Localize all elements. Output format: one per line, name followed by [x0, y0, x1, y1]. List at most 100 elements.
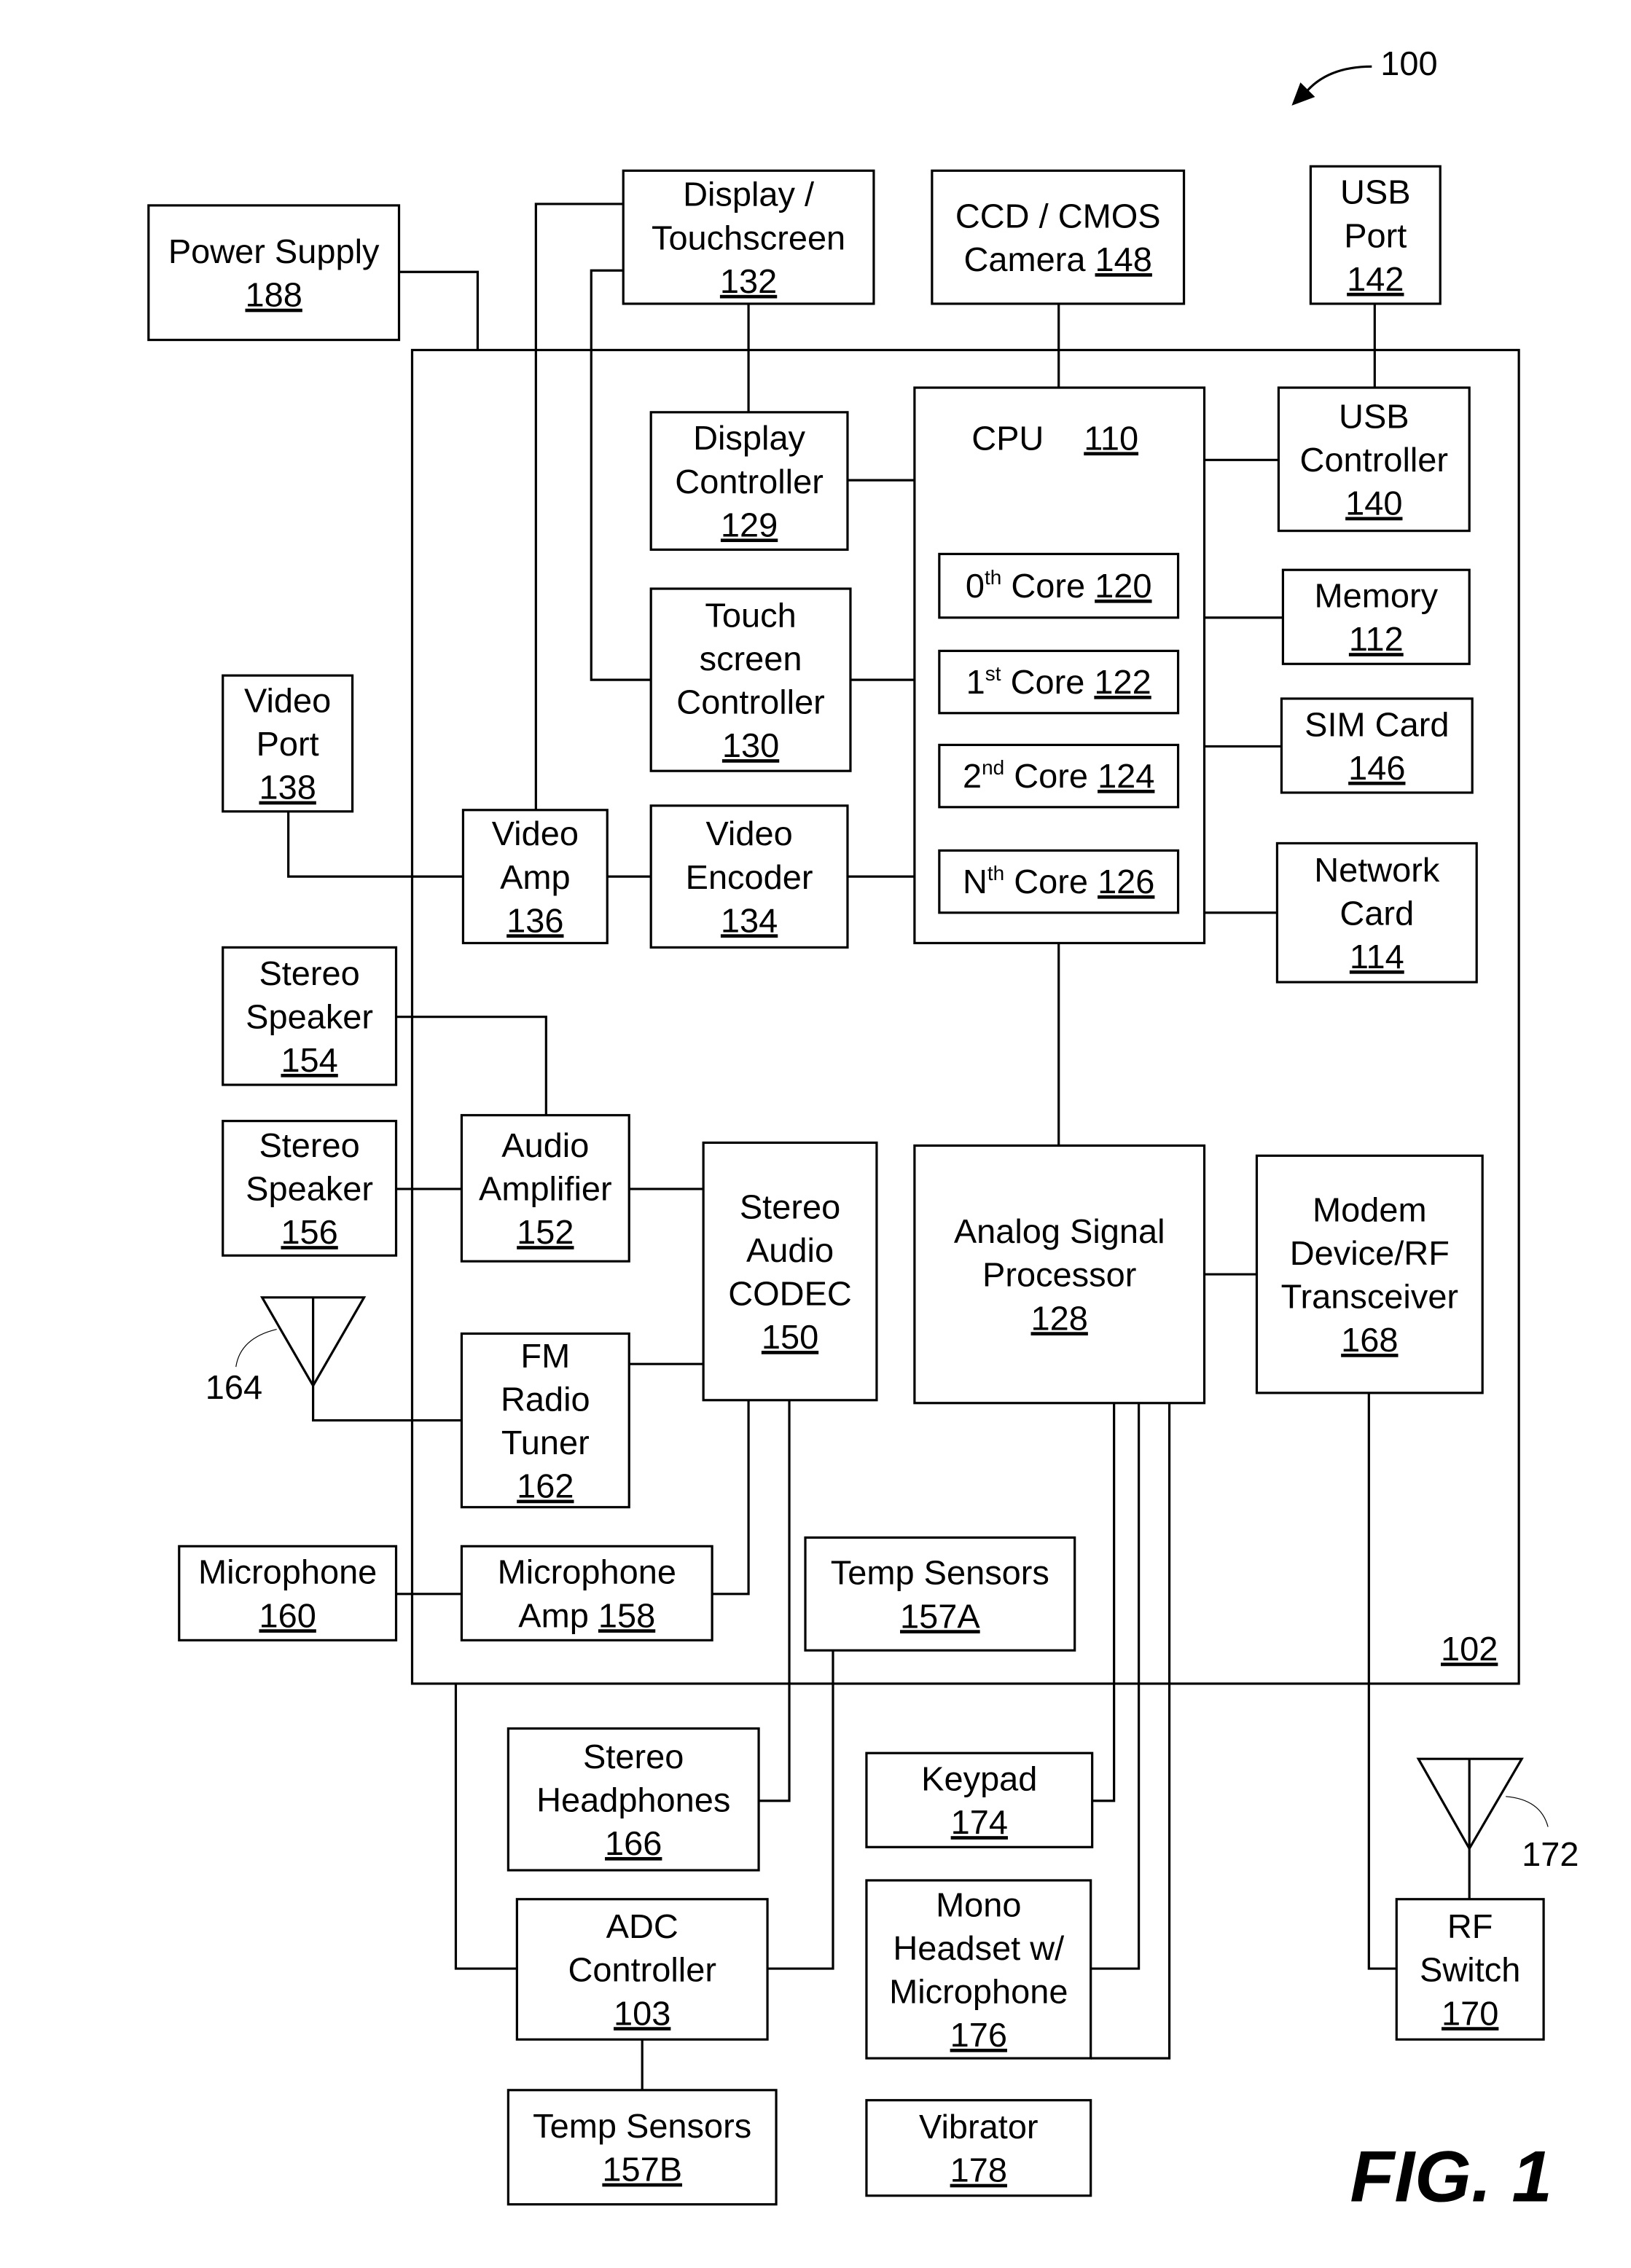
block-video-port: Video Port 138	[222, 674, 354, 813]
cpu-ref: 110	[1084, 420, 1138, 458]
video-port-label: Video	[244, 682, 331, 720]
stereo-speaker-156-ref: 156	[281, 1213, 337, 1251]
video-encoder-label: Encoder	[686, 858, 813, 896]
block-fm-radio-tuner: FM Radio Tuner 162	[460, 1332, 630, 1509]
touchscreen-controller-label: Controller	[676, 683, 825, 721]
block-core-n: Nth Core 126	[938, 849, 1180, 914]
network-card-label: Card	[1339, 895, 1414, 933]
video-amp-label: Amp	[500, 858, 571, 896]
video-amp-ref: 136	[506, 901, 563, 939]
fm-radio-tuner-label: Tuner	[501, 1424, 590, 1461]
keypad-ref: 174	[951, 1803, 1008, 1841]
camera-box	[931, 169, 1186, 305]
stereo-audio-codec-label: CODEC	[728, 1275, 852, 1313]
block-display-controller: Display Controller 129	[649, 411, 849, 552]
usb-controller-label: USB	[1339, 398, 1409, 436]
block-stereo-speaker-154: Stereo Speaker 154	[222, 946, 398, 1086]
stereo-audio-codec-box	[702, 1141, 878, 1402]
vibrator-ref: 178	[950, 2151, 1007, 2189]
wire	[399, 270, 480, 350]
microphone-label: Microphone	[198, 1553, 377, 1591]
stereo-speaker-156-label: Speaker	[246, 1170, 373, 1208]
display-touchscreen-label: Display /	[683, 176, 814, 213]
block-camera: CCD / CMOS Camera 148	[931, 169, 1186, 305]
system-reference-callout: 100	[1291, 44, 1438, 106]
stereo-audio-codec-label: Audio	[746, 1231, 834, 1269]
block-touchscreen-controller: Touch screen Controller 130	[649, 587, 852, 772]
camera-prefix: Camera	[964, 240, 1095, 278]
network-card-label: Network	[1314, 851, 1440, 889]
microphone-amp-ref: 158	[598, 1596, 655, 1634]
audio-amplifier-ref: 152	[517, 1213, 574, 1251]
block-stereo-audio-codec: Stereo Audio CODEC 150	[702, 1141, 878, 1402]
blocks-group: Power Supply188 Display / Touchscreen 132 CC…	[147, 165, 1545, 2206]
block-display-touchscreen: Display / Touchscreen 132	[622, 169, 875, 305]
wire	[1090, 1402, 1171, 2060]
stereo-speaker-156-label: Stereo	[259, 1126, 359, 1164]
stereo-headphones-ref: 166	[605, 1824, 662, 1862]
audio-amplifier-label: Amplifier	[479, 1170, 612, 1208]
wire	[590, 269, 652, 681]
modem-rf-transceiver-label: Device/RF	[1290, 1234, 1450, 1272]
block-analog-signal-processor: Analog Signal Processor 128	[913, 1144, 1206, 1405]
usb-controller-label: Controller	[1300, 441, 1449, 479]
network-card-ref: 114	[1350, 938, 1404, 976]
display-touchscreen-ref: 132	[720, 262, 777, 300]
wire	[712, 1400, 750, 1596]
mono-headset-label: Headset w/	[893, 1929, 1064, 1967]
stereo-speaker-154-label: Stereo	[259, 954, 359, 992]
modem-rf-transceiver-label: Transceiver	[1281, 1278, 1459, 1316]
touchscreen-controller-ref: 130	[722, 726, 779, 764]
analog-signal-processor-label: Processor	[982, 1256, 1136, 1294]
block-usb-controller: USB Controller 140	[1277, 386, 1471, 533]
block-microphone: Microphone 160	[178, 1545, 398, 1641]
temp-sensors-157a-ref: 157A	[900, 1597, 980, 1635]
analog-signal-processor-label: Analog Signal	[954, 1212, 1165, 1250]
video-port-label: Port	[257, 725, 319, 763]
adc-controller-label: ADC	[606, 1907, 678, 1945]
power-supply-box	[147, 204, 401, 342]
display-controller-label: Controller	[675, 463, 824, 501]
audio-amplifier-label: Audio	[501, 1126, 589, 1164]
block-core-0: 0th Core 120	[938, 552, 1180, 619]
antenna-164-ref: 164	[206, 1368, 262, 1406]
microphone-amp-prefix: Amp	[518, 1596, 598, 1634]
rf-switch-label: Switch	[1420, 1951, 1520, 1989]
block-power-supply: Power Supply 188	[147, 204, 401, 342]
stereo-headphones-label: Stereo	[583, 1738, 684, 1775]
modem-rf-transceiver-ref: 168	[1341, 1321, 1398, 1359]
block-microphone-amp: Microphone Amp 158	[460, 1545, 713, 1641]
block-stereo-headphones: Stereo Headphones 166	[506, 1727, 760, 1872]
video-amp-label: Video	[492, 815, 579, 852]
usb-controller-ref: 140	[1345, 484, 1402, 522]
wire	[534, 203, 624, 810]
adc-controller-label: Controller	[568, 1951, 716, 1989]
block-video-encoder: Video Encoder 134	[649, 804, 849, 949]
wire	[1092, 1402, 1116, 1802]
usb-port-label: Port	[1344, 216, 1407, 254]
rf-switch-ref: 170	[1442, 1994, 1498, 2032]
fm-radio-tuner-label: Radio	[501, 1381, 590, 1419]
camera-label: CCD / CMOS	[955, 197, 1161, 235]
stereo-speaker-154-label: Speaker	[246, 998, 373, 1036]
microphone-amp-label: Amp 158	[518, 1596, 655, 1634]
memory-label: Memory	[1315, 577, 1439, 615]
camera-ref: 148	[1095, 240, 1152, 278]
core-ordinal-suffix: th	[987, 862, 1004, 884]
core-0-ref: 120	[1095, 567, 1151, 605]
display-controller-label: Display	[693, 419, 806, 457]
power-supply-ref: 188	[245, 276, 302, 314]
modem-rf-transceiver-label: Modem	[1313, 1191, 1427, 1229]
usb-port-ref: 142	[1347, 260, 1404, 298]
block-core-2: 2nd Core 124	[938, 743, 1180, 809]
core-word: Core	[1001, 663, 1095, 701]
block-mono-headset: Mono Headset w/Microphone 176	[865, 1879, 1092, 2060]
core-index: N	[963, 863, 987, 900]
camera-label: Camera 148	[964, 240, 1152, 278]
stereo-speaker-154-ref: 154	[281, 1041, 337, 1079]
core-ordinal-suffix: st	[985, 662, 1001, 685]
wire	[767, 1650, 834, 1970]
wire	[396, 1016, 547, 1115]
display-touchscreen-label: Touchscreen	[652, 219, 845, 256]
core-word: Core	[1001, 567, 1095, 605]
